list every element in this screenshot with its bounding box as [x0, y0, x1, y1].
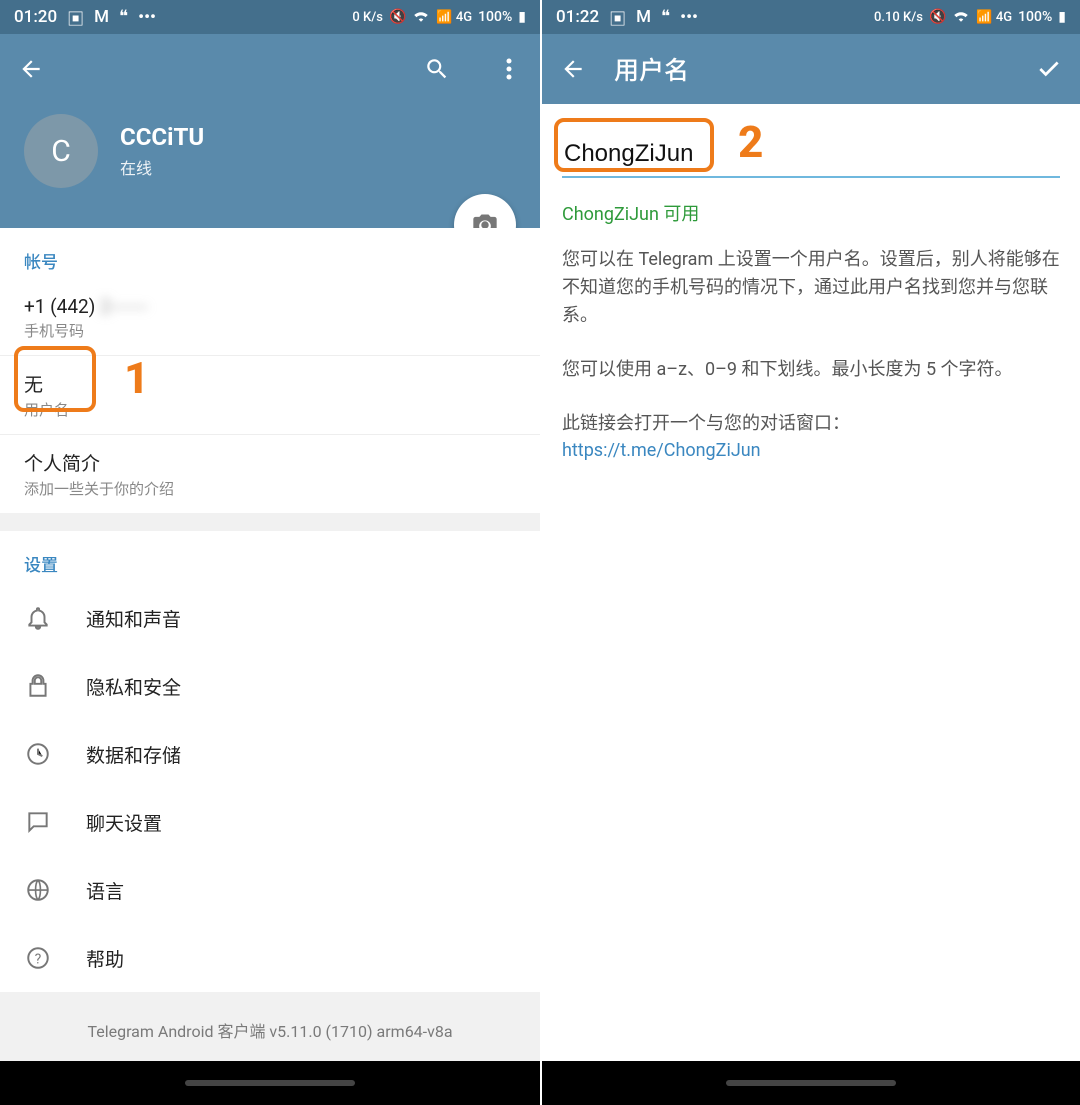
- settings-item-privacy[interactable]: 隐私和安全: [0, 652, 540, 720]
- username-input[interactable]: [562, 132, 1060, 178]
- profile-link[interactable]: https://t.me/ChongZiJun: [562, 440, 761, 461]
- phone-hidden: 2-------: [100, 295, 147, 318]
- wifi-icon: [952, 8, 970, 26]
- account-header: 帐号: [0, 228, 540, 281]
- bio-label: 添加一些关于你的介绍: [24, 478, 516, 499]
- link-intro: 此链接会打开一个与您的对话窗口：: [562, 413, 850, 434]
- description-1: 您可以在 Telegram 上设置一个用户名。设置后，别人将能够在不知道您的手机…: [542, 238, 1080, 338]
- confirm-button[interactable]: [1036, 56, 1062, 82]
- clock-icon: [24, 740, 52, 768]
- divider: [0, 513, 540, 531]
- lock-icon: [24, 672, 52, 700]
- setting-label: 数据和存储: [86, 741, 181, 768]
- profile-status: 在线: [120, 155, 204, 179]
- description-3: 此链接会打开一个与您的对话窗口： https://t.me/ChongZiJun: [542, 402, 1080, 474]
- mute-icon: 🔇: [929, 9, 946, 25]
- globe-icon: [24, 876, 52, 904]
- setting-label: 帮助: [86, 945, 124, 972]
- back-button[interactable]: [560, 56, 586, 82]
- battery-icon: ▮: [1058, 9, 1066, 25]
- help-icon: ?: [24, 944, 52, 972]
- setting-label: 通知和声音: [86, 605, 181, 632]
- appbar: [0, 34, 540, 104]
- clock: 01:20: [14, 7, 57, 27]
- settings-item-data[interactable]: 数据和存储: [0, 720, 540, 788]
- nav-bar: [0, 1061, 540, 1105]
- gallery-icon: ▣: [609, 5, 626, 30]
- chat-icon: [24, 808, 52, 836]
- signal-icon: 📶 4G: [976, 10, 1012, 25]
- signal-icon: 📶 4G: [436, 10, 472, 25]
- mail-icon: M: [94, 7, 109, 27]
- gallery-icon: ▣: [67, 5, 84, 30]
- profile-header: C CCCiTU 在线: [0, 104, 540, 228]
- bio-row[interactable]: 个人简介 添加一些关于你的介绍: [0, 435, 540, 513]
- description-2: 您可以使用 a–z、0–9 和下划线。最小长度为 5 个字符。: [542, 348, 1080, 392]
- back-button[interactable]: [18, 56, 44, 82]
- battery-text: 100%: [1018, 9, 1052, 25]
- wifi-icon: [412, 8, 430, 26]
- username-label: 用户名: [24, 399, 516, 420]
- battery-text: 100%: [478, 9, 512, 25]
- hangouts-icon: ❝: [119, 7, 128, 27]
- avatar-initial: C: [51, 134, 71, 169]
- phone-row[interactable]: +1 (442) 2------- 手机号码: [0, 281, 540, 356]
- nav-bar: [542, 1061, 1080, 1105]
- username-value: 无: [24, 370, 516, 397]
- settings-header: 设置: [0, 531, 540, 584]
- bio-value: 个人简介: [24, 449, 516, 476]
- content: 帐号 +1 (442) 2------- 手机号码 无 用户名 个人简介 添加一…: [0, 228, 540, 1061]
- status-bar: 01:22 ▣ M ❝ ••• 0.10 K/s 🔇 📶 4G 100% ▮: [542, 0, 1080, 34]
- setting-label: 语言: [86, 877, 124, 904]
- net-speed: 0 K/s: [352, 10, 383, 25]
- settings-item-notifications[interactable]: 通知和声音: [0, 584, 540, 652]
- appbar: 用户名: [542, 34, 1080, 104]
- settings-item-language[interactable]: 语言: [0, 856, 540, 924]
- search-button[interactable]: [424, 56, 450, 82]
- settings-item-help[interactable]: ? 帮助: [0, 924, 540, 992]
- phone-label: 手机号码: [24, 320, 516, 341]
- version-footer: Telegram Android 客户端 v5.11.0 (1710) arm6…: [0, 992, 540, 1061]
- mail-icon: M: [636, 7, 651, 27]
- svg-text:?: ?: [35, 951, 42, 967]
- more-icon: •••: [680, 7, 698, 27]
- status-bar: 01:20 ▣ M ❝ ••• 0 K/s 🔇 📶 4G 100% ▮: [0, 0, 540, 34]
- username-row[interactable]: 无 用户名: [0, 356, 540, 435]
- battery-icon: ▮: [518, 9, 526, 25]
- phone-value: +1 (442): [24, 295, 95, 318]
- bell-icon: [24, 604, 52, 632]
- mute-icon: 🔇: [389, 9, 406, 25]
- profile-name: CCCiTU: [120, 123, 204, 151]
- username-edit-screen: 01:22 ▣ M ❝ ••• 0.10 K/s 🔇 📶 4G 100% ▮ 用…: [540, 0, 1080, 1105]
- settings-screen: 01:20 ▣ M ❝ ••• 0 K/s 🔇 📶 4G 100% ▮: [0, 0, 540, 1105]
- more-icon: •••: [138, 7, 156, 27]
- page-title: 用户名: [614, 51, 1008, 87]
- avatar[interactable]: C: [24, 114, 98, 188]
- net-speed: 0.10 K/s: [874, 10, 923, 25]
- content: ChongZiJun 可用 您可以在 Telegram 上设置一个用户名。设置后…: [542, 104, 1080, 1061]
- setting-label: 聊天设置: [86, 809, 162, 836]
- overflow-menu-button[interactable]: [496, 56, 522, 82]
- settings-item-chat[interactable]: 聊天设置: [0, 788, 540, 856]
- setting-label: 隐私和安全: [86, 673, 181, 700]
- availability-text: ChongZiJun 可用: [542, 182, 1080, 238]
- hangouts-icon: ❝: [661, 7, 670, 27]
- clock: 01:22: [556, 7, 599, 27]
